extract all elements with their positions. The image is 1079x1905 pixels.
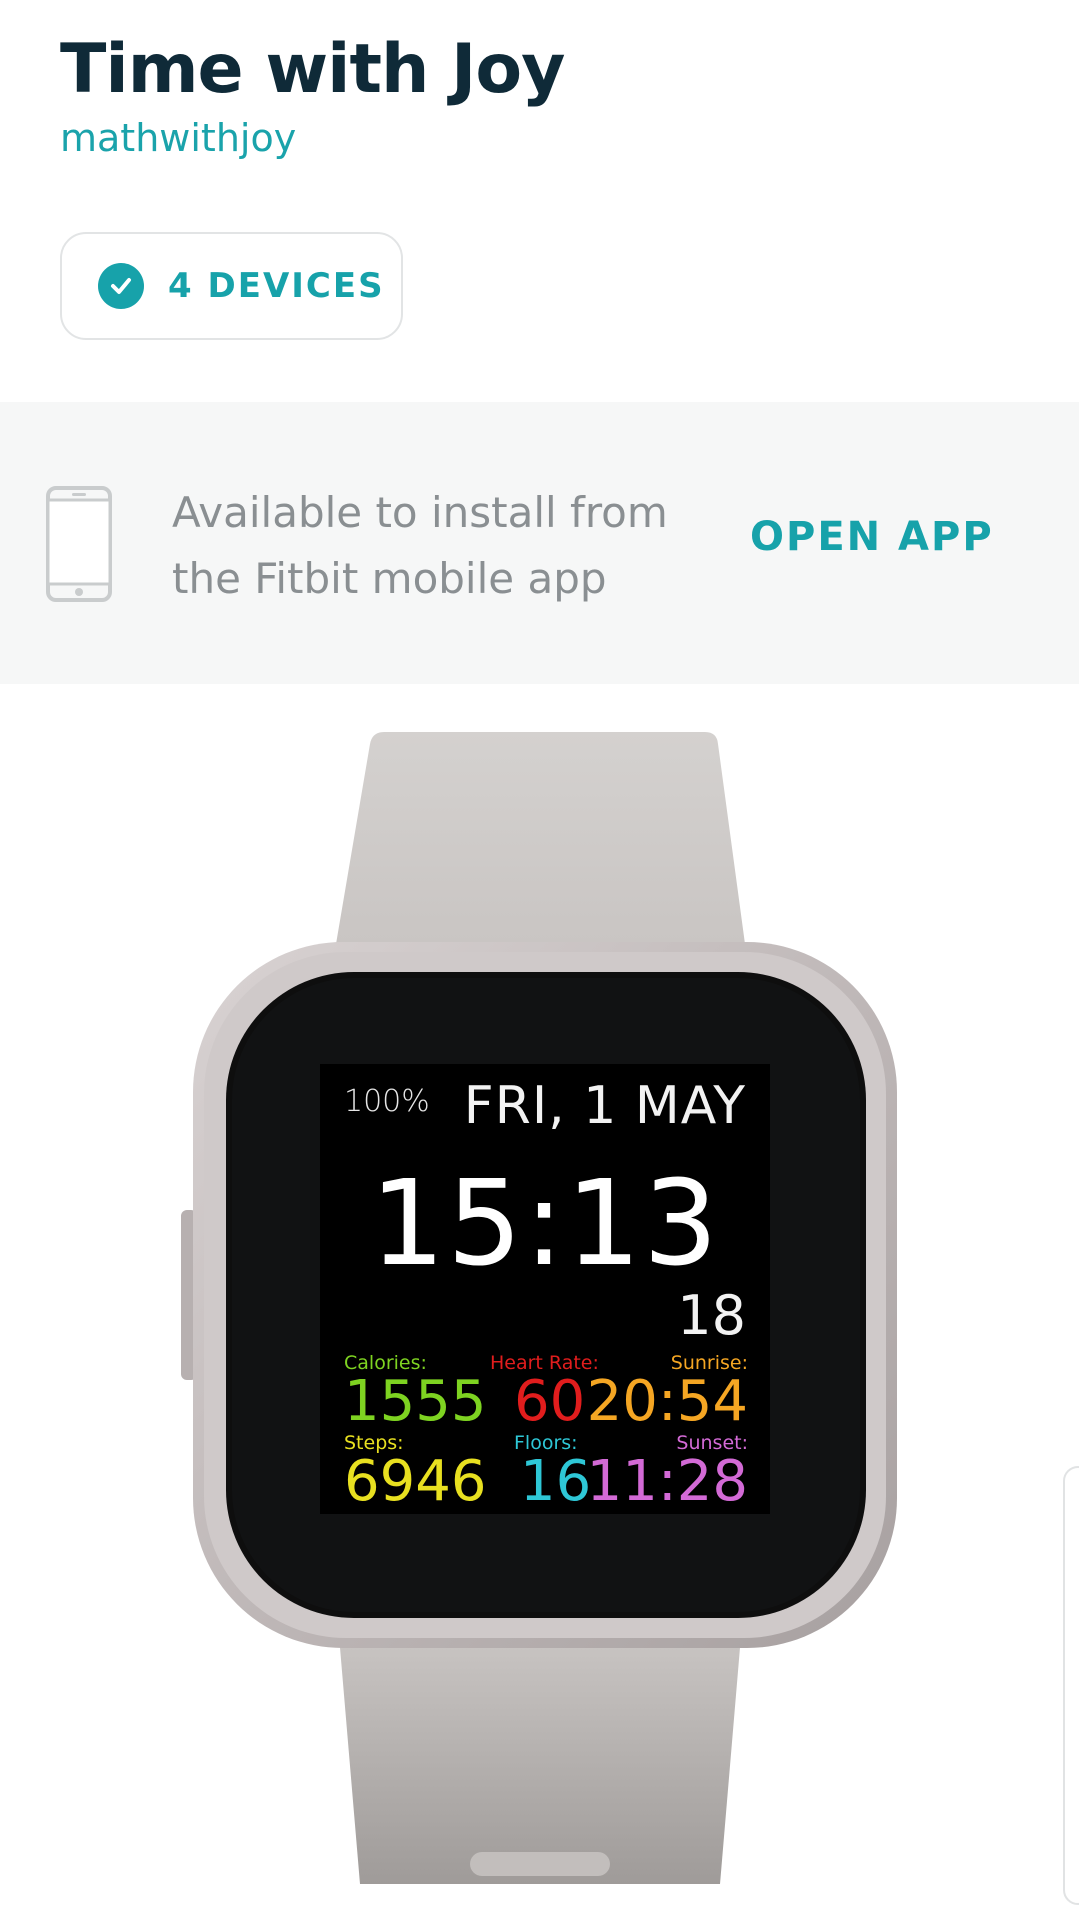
stat-floors: Floors: 16 [514, 1432, 591, 1510]
stat-heart-rate: Heart Rate: 60 [490, 1352, 599, 1430]
watch-preview: 100% FRI, 1 MAY 15:13 18 Calories: 1555 … [0, 684, 1079, 1905]
stat-steps: Steps: 6946 [344, 1432, 487, 1510]
app-title: Time with Joy [60, 30, 565, 109]
install-line-2: the Fitbit mobile app [172, 554, 607, 603]
watch-seconds: 18 [677, 1284, 746, 1347]
devices-button[interactable]: 4 DEVICES [60, 232, 403, 340]
stat-sunrise: Sunrise: 20:54 [587, 1352, 748, 1430]
watch-screen: 100% FRI, 1 MAY 15:13 18 Calories: 1555 … [320, 1064, 770, 1514]
developer-link[interactable]: mathwithjoy [60, 116, 296, 160]
stat-calories: Calories: 1555 [344, 1352, 487, 1430]
stat-value: 16 [520, 1449, 592, 1514]
side-panel-edge[interactable] [1063, 1466, 1079, 1905]
stat-value: 6946 [344, 1449, 487, 1514]
stat-value: 60 [514, 1369, 586, 1434]
open-app-button[interactable]: OPEN APP [750, 514, 994, 560]
install-line-1: Available to install from [172, 488, 668, 537]
watch-time: 15:13 [369, 1154, 721, 1292]
devices-label: 4 DEVICES [168, 266, 385, 306]
stat-value: 11:28 [586, 1449, 748, 1514]
stat-value: 20:54 [586, 1369, 748, 1434]
stat-sunset: Sunset: 11:28 [587, 1432, 748, 1510]
install-banner: Available to install from the Fitbit mob… [0, 402, 1079, 684]
watch-date: FRI, 1 MAY [463, 1076, 746, 1136]
phone-icon [46, 486, 112, 606]
install-description: Available to install from the Fitbit mob… [172, 480, 712, 612]
stat-value: 1555 [344, 1369, 487, 1434]
battery-level: 100% [344, 1084, 430, 1119]
check-circle-icon [98, 263, 144, 309]
